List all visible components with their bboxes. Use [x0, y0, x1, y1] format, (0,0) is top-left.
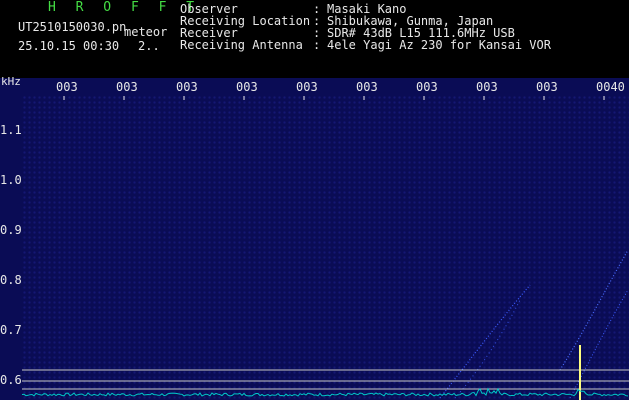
carrier-trace: [454, 299, 521, 399]
carrier-trace: [569, 289, 629, 399]
noise-floor: [21, 387, 629, 397]
spectrogram-overlay: [21, 96, 629, 400]
x-tick-marks: [63, 96, 605, 100]
